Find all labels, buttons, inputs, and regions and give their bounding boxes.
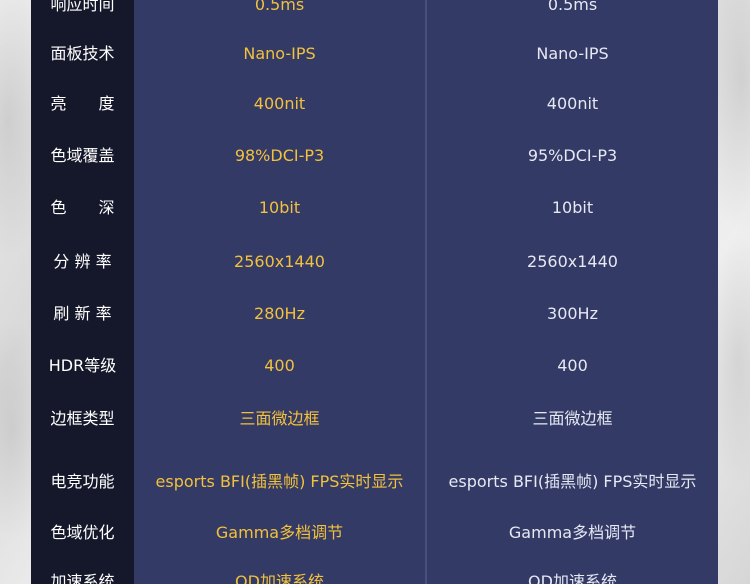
table-row-brightness: 亮 度 400nit 400nit — [31, 84, 718, 124]
row-label: 色 深 — [50, 198, 115, 217]
row-label: 色域覆盖 — [50, 146, 115, 165]
product-b-value: 95%DCI-P3 — [527, 146, 618, 165]
row-label: 面板技术 — [50, 44, 115, 63]
product-b-value: 2560x1440 — [527, 252, 618, 271]
product-a-value: 280Hz — [254, 304, 305, 323]
row-label: 电竞功能 — [50, 472, 115, 491]
product-b-value: OD加速系统 — [528, 572, 617, 584]
row-label: 色域优化 — [50, 523, 115, 542]
product-a-value: 98%DCI-P3 — [234, 146, 325, 165]
table-row-esports: 电竞功能 esports BFI(插黑帧) FPS实时显示 esports BF… — [31, 462, 718, 502]
product-a-value: 400 — [264, 356, 295, 375]
row-label: 响应时间 — [50, 0, 115, 14]
table-row-bezel: 边框类型 三面微边框 三面微边框 — [31, 399, 718, 439]
table-row-gamut-optimization: 色域优化 Gamma多档调节 Gamma多档调节 — [31, 513, 718, 553]
table-row-gamut: 色域覆盖 98%DCI-P3 95%DCI-P3 — [31, 136, 718, 176]
table-row-response-time: 响应时间 0.5ms 0.5ms — [31, 0, 718, 25]
product-b-value: esports BFI(插黑帧) FPS实时显示 — [448, 472, 697, 491]
spec-comparison-table: 响应时间 0.5ms 0.5ms 面板技术 Nano-IPS Nano-IPS … — [31, 0, 718, 584]
row-label: 分 辨 率 — [53, 252, 112, 271]
product-a-value: 2560x1440 — [234, 252, 325, 271]
product-a-value: 400nit — [253, 94, 306, 113]
product-b-value: 0.5ms — [547, 0, 598, 14]
table-row-resolution: 分 辨 率 2560x1440 2560x1440 — [31, 242, 718, 282]
product-a-value: Nano-IPS — [243, 44, 316, 63]
product-b-value: 10bit — [551, 198, 594, 217]
product-a-value: 三面微边框 — [239, 409, 320, 428]
row-label: HDR等级 — [48, 356, 117, 375]
table-row-hdr: HDR等级 400 400 — [31, 346, 718, 386]
product-b-value: Nano-IPS — [536, 44, 609, 63]
product-b-value: 三面微边框 — [532, 409, 613, 428]
table-row-refresh-rate: 刷 新 率 280Hz 300Hz — [31, 294, 718, 334]
row-label: 亮 度 — [50, 94, 115, 113]
product-a-value: esports BFI(插黑帧) FPS实时显示 — [155, 472, 404, 491]
product-a-value: 10bit — [258, 198, 301, 217]
product-b-value: Gamma多档调节 — [508, 523, 637, 542]
row-label: 刷 新 率 — [53, 304, 112, 323]
product-b-value: 400nit — [546, 94, 599, 113]
product-b-value: 400 — [557, 356, 588, 375]
product-b-value: 300Hz — [547, 304, 598, 323]
table-row-acceleration: 加速系统 OD加速系统 OD加速系统 — [31, 562, 718, 584]
table-row-color-depth: 色 深 10bit 10bit — [31, 188, 718, 228]
product-a-value: 0.5ms — [254, 0, 305, 14]
row-label: 加速系统 — [50, 572, 115, 584]
table-row-panel: 面板技术 Nano-IPS Nano-IPS — [31, 34, 718, 74]
row-label: 边框类型 — [50, 409, 115, 428]
product-a-value: Gamma多档调节 — [215, 523, 344, 542]
product-a-value: OD加速系统 — [235, 572, 324, 584]
